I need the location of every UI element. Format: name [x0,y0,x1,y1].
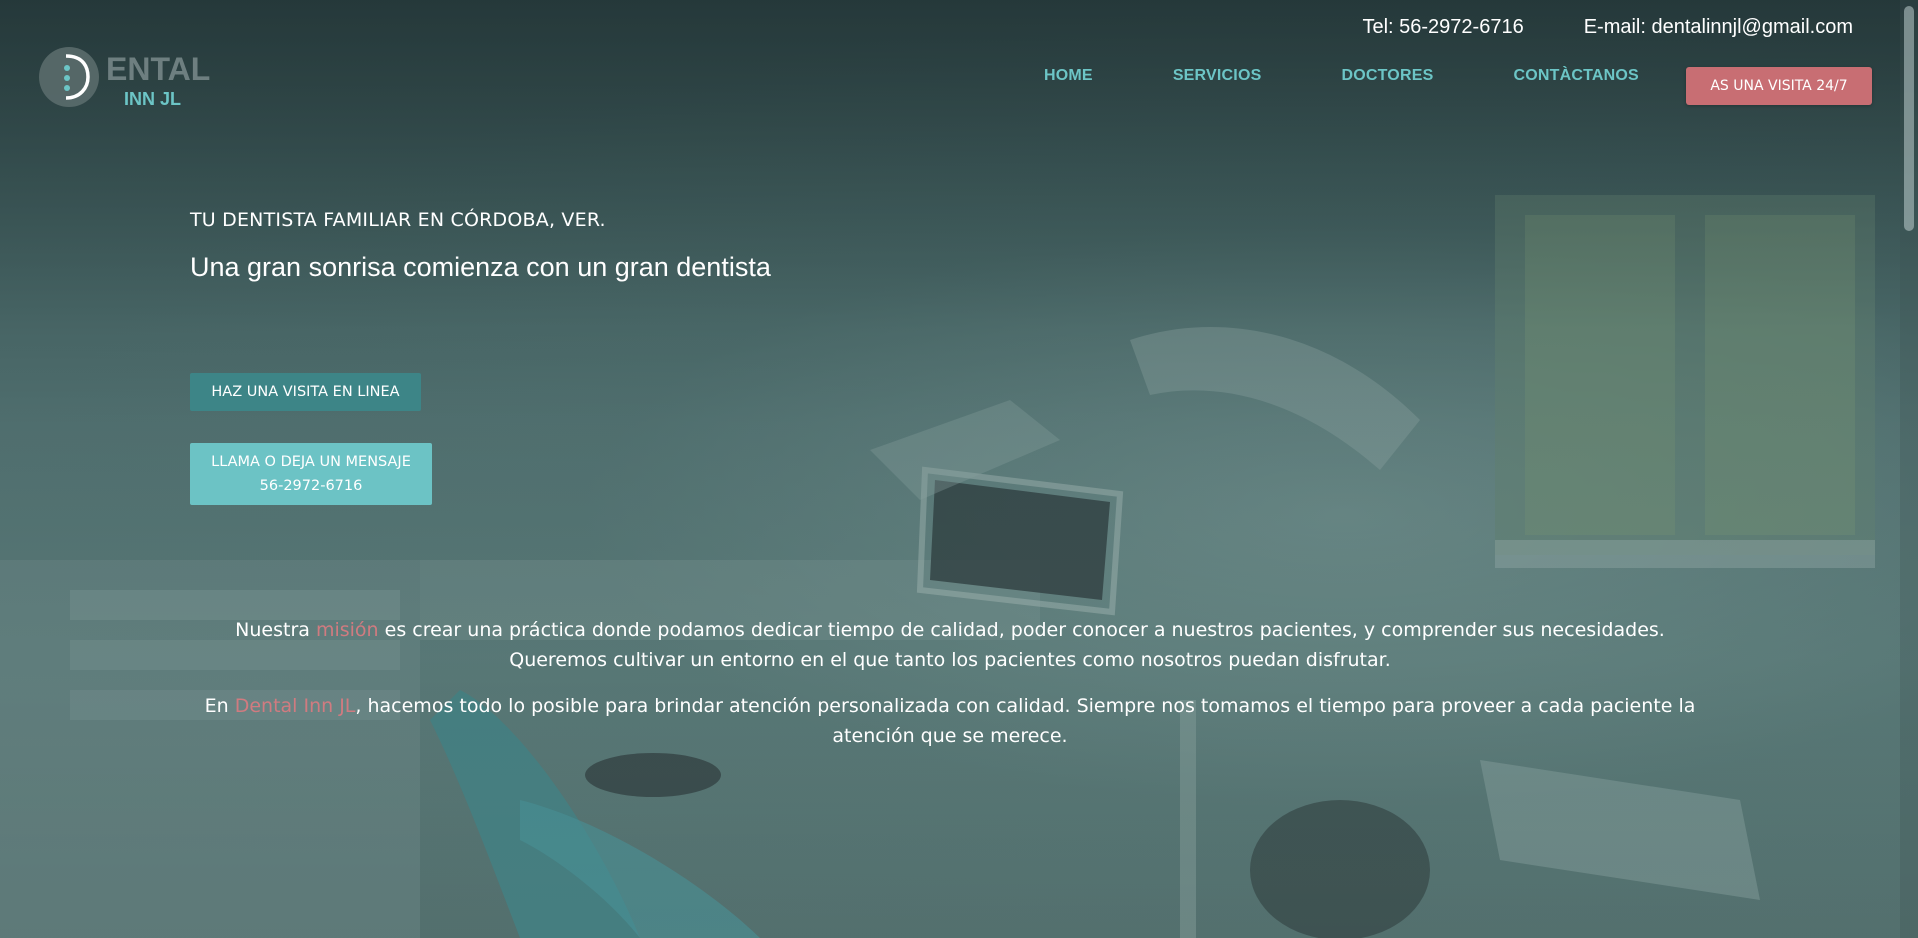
brand-name-accent: Dental Inn JL [234,695,356,717]
hero-tagline: TU DENTISTA FAMILIAR EN CÓRDOBA, VER. [190,209,606,231]
mission-paragraph-2: En Dental Inn JL, hacemos todo lo posibl… [190,691,1710,751]
mission-p2-text-a: En [204,695,235,717]
logo-text-bottom: INN JL [124,89,181,109]
contact-bar: Tel: 56-2972-6716 E-mail: dentalinnjl@gm… [1362,16,1853,39]
phone-text: Tel: 56-2972-6716 [1362,16,1524,38]
hero-headline: Una gran sonrisa comienza con un gran de… [190,252,771,282]
mission-p2-text-b: , hacemos todo lo posible para brindar a… [355,695,1696,747]
visit-24-7-button[interactable]: AS UNA VISITA 24/7 [1686,67,1872,105]
online-visit-button[interactable]: HAZ UNA VISITA EN LINEA [190,373,421,411]
email-text: E-mail: dentalinnjl@gmail.com [1583,16,1853,38]
main-nav: HOME SERVICIOS DOCTORES CONTÀCTANOS [1044,67,1719,85]
nav-item-doctores[interactable]: DOCTORES [1341,67,1433,85]
mission-accent-word: misión [315,619,379,641]
mission-paragraph-1: Nuestra misión es crear una práctica don… [190,615,1710,675]
nav-item-servicios[interactable]: SERVICIOS [1173,67,1262,85]
scrollbar-thumb[interactable] [1904,6,1914,231]
call-button-label: LLAMA O DEJA UN MENSAJE [211,454,411,470]
nav-item-home[interactable]: HOME [1044,67,1093,85]
call-message-button[interactable]: LLAMA O DEJA UN MENSAJE 56-2972-6716 [190,443,432,505]
call-button-phone: 56-2972-6716 [259,478,363,494]
mission-p1-text-a: Nuestra [235,619,316,641]
nav-item-contactanos[interactable]: CONTÀCTANOS [1513,67,1638,85]
mission-section: Nuestra misión es crear una práctica don… [190,615,1710,767]
page-scrollbar[interactable] [1900,0,1918,938]
logo-text-top: ENTAL [106,51,210,87]
mission-p1-text-b: es crear una práctica donde podamos dedi… [378,619,1665,671]
dental-inn-logo[interactable]: ENTAL INN JL [38,44,233,110]
